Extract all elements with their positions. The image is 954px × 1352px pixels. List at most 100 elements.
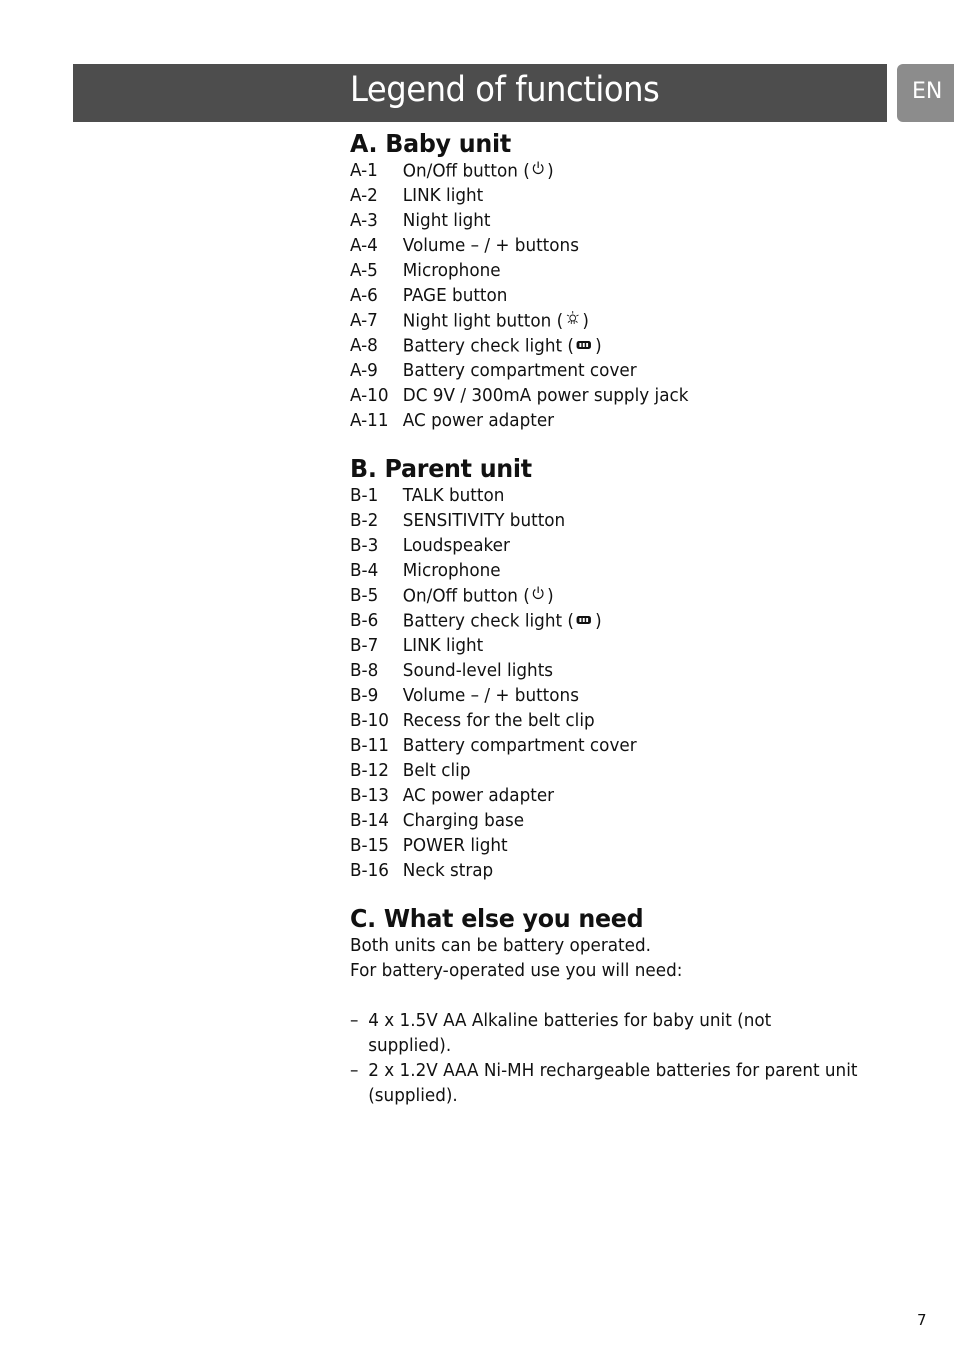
item-label-wrap: LINK light: [403, 184, 483, 209]
item-label-wrap: Loudspeaker: [403, 534, 510, 559]
item-label-wrap: Neck strap: [403, 859, 493, 884]
item-code: A-3: [350, 211, 378, 231]
item-code: B-2: [350, 511, 379, 531]
item-code: B-7: [350, 636, 379, 656]
legend-item: A-8 Battery check light (): [350, 334, 868, 359]
section-heading: C. What else you need: [350, 904, 644, 933]
item-label-wrap: Recess for the belt clip: [403, 709, 595, 734]
legend-item: B-16 Neck strap: [350, 859, 868, 884]
battery-icon: [576, 609, 593, 634]
item-code: B-4: [350, 561, 379, 581]
item-label: Volume – / + buttons: [402, 686, 579, 706]
legend-item: A-11 AC power adapter: [350, 409, 868, 434]
bullet-item: – 2 x 1.2V AAA Ni-MH rechargeable batter…: [350, 1059, 868, 1109]
item-code: A-5: [350, 261, 378, 281]
legend-item: A-3 Night light: [350, 209, 868, 234]
legend-item: B-11 Battery compartment cover: [350, 734, 868, 759]
baby-unit-list: A-1 On/Off button () A-2 LINK light A-3 Night…: [350, 159, 890, 434]
item-label-wrap: LINK light: [403, 634, 483, 659]
legend-item: B-13 AC power adapter: [350, 784, 868, 809]
item-label-suffix: ): [582, 311, 589, 332]
item-label: Battery check light (: [402, 611, 574, 632]
item-code: A-7: [350, 311, 378, 331]
legend-item: B-12 Belt clip: [350, 759, 868, 784]
bullet-marker: –: [350, 1011, 359, 1031]
bullet-text: 2 x 1.2V AAA Ni-MH rechargeable batterie…: [368, 1061, 858, 1106]
page-number: 7: [917, 1311, 927, 1329]
parent-unit-list: B-1 TALK button B-2 SENSITIVITY button B-3 Lo…: [350, 484, 890, 884]
item-label-wrap: Belt clip: [403, 759, 471, 784]
item-label: Charging base: [402, 811, 525, 831]
item-code: A-4: [350, 236, 378, 256]
item-code: B-16: [350, 861, 389, 881]
item-code: A-2: [350, 186, 378, 206]
legend-item: B-1 TALK button: [350, 484, 868, 509]
language-tab[interactable]: EN: [897, 64, 954, 122]
legend-item: B-5 On/Off button (): [350, 584, 868, 609]
section-what-else: C. What else you need Both units can be …: [350, 902, 890, 1109]
item-code: A-8: [350, 336, 378, 356]
power-icon: [532, 584, 545, 609]
legend-item: A-4 Volume – / + buttons: [350, 234, 868, 259]
legend-item: B-9 Volume – / + buttons: [350, 684, 868, 709]
item-label-wrap: POWER light: [403, 834, 508, 859]
item-code: B-14: [350, 811, 389, 831]
item-label-wrap: On/Off button (): [403, 159, 554, 184]
item-label: Night light button (: [402, 311, 564, 332]
item-code: B-10: [350, 711, 389, 731]
section-parent-unit: B. Parent unit B-1 TALK button B-2 SENSITIV…: [350, 452, 890, 884]
legend-item: B-8 Sound-level lights: [350, 659, 868, 684]
legend-item: B-14 Charging base: [350, 809, 868, 834]
item-label-wrap: Battery check light (): [403, 334, 602, 359]
legend-item: B-6 Battery check light (): [350, 609, 868, 634]
item-label-wrap: PAGE button: [403, 284, 508, 309]
item-label: Sound-level lights: [402, 661, 554, 681]
item-code: B-12: [350, 761, 389, 781]
item-label-wrap: AC power adapter: [403, 784, 554, 809]
item-code: B-3: [350, 536, 379, 556]
item-label-wrap: DC 9V / 300mA power supply jack: [403, 384, 689, 409]
legend-item: A-1 On/Off button (): [350, 159, 868, 184]
item-label-suffix: ): [547, 161, 554, 182]
item-label-wrap: Microphone: [403, 259, 501, 284]
item-label-wrap: Night light button (): [403, 309, 589, 334]
bullet-marker: –: [350, 1061, 359, 1081]
legend-item: A-9 Battery compartment cover: [350, 359, 868, 384]
item-label-wrap: On/Off button (): [403, 584, 554, 609]
section-heading: A. Baby unit: [350, 129, 511, 158]
item-code: B-15: [350, 836, 389, 856]
item-label-suffix: ): [547, 586, 554, 607]
item-label: Recess for the belt clip: [402, 711, 595, 731]
item-code: B-6: [350, 611, 379, 631]
bullet-item: – 4 x 1.5V AA Alkaline batteries for bab…: [350, 1009, 868, 1059]
item-code: A-10: [350, 386, 389, 406]
item-label: AC power adapter: [402, 786, 555, 806]
item-label: TALK button: [402, 486, 505, 506]
legend-item: B-3 Loudspeaker: [350, 534, 868, 559]
legend-item: A-6 PAGE button: [350, 284, 868, 309]
item-label: Loudspeaker: [402, 536, 510, 556]
legend-item: B-4 Microphone: [350, 559, 868, 584]
paragraph: Both units can be battery operated.: [350, 936, 651, 956]
item-label-wrap: TALK button: [403, 484, 505, 509]
item-label: On/Off button (: [402, 586, 530, 607]
item-code: A-11: [350, 411, 389, 431]
legend-content: A. Baby unit A-1 On/Off button () A-2 LINK …: [350, 127, 890, 1109]
item-label: Battery compartment cover: [402, 361, 637, 381]
item-label: Volume – / + buttons: [402, 236, 579, 256]
item-code: B-9: [350, 686, 379, 706]
item-code: B-5: [350, 586, 379, 606]
page-title: Legend of functions: [350, 70, 660, 110]
item-label-wrap: Sound-level lights: [403, 659, 553, 684]
item-label: Battery compartment cover: [402, 736, 637, 756]
item-label-wrap: Battery compartment cover: [403, 734, 637, 759]
section-baby-unit: A. Baby unit A-1 On/Off button () A-2 LINK …: [350, 127, 890, 434]
item-label: POWER light: [402, 836, 508, 856]
item-code: B-13: [350, 786, 389, 806]
item-code: A-6: [350, 286, 378, 306]
item-code: B-1: [350, 486, 379, 506]
item-label: Microphone: [402, 561, 501, 581]
item-code: A-9: [350, 361, 378, 381]
item-label: SENSITIVITY button: [402, 511, 566, 531]
item-label-wrap: SENSITIVITY button: [403, 509, 565, 534]
